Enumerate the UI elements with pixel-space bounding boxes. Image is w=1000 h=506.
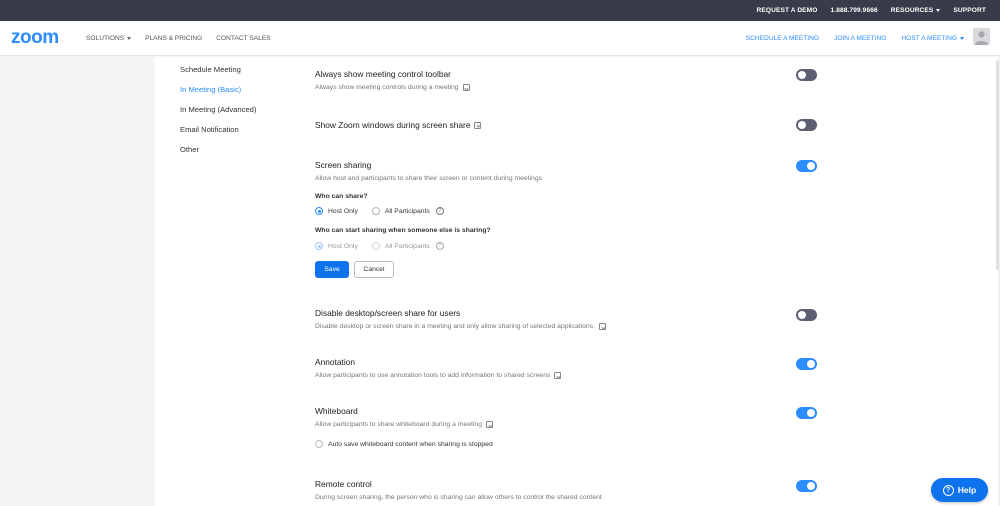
left-sidebar xyxy=(0,57,155,506)
who-can-share-options: Host Only All Participants ? xyxy=(315,207,444,215)
setting-description: Allow host and participants to share the… xyxy=(315,175,543,182)
setting-title: Show Zoom windows during screen share xyxy=(315,120,471,130)
radio-all-participants[interactable] xyxy=(371,207,380,215)
host-meeting-menu[interactable]: HOST A MEETING xyxy=(901,35,964,42)
avatar[interactable] xyxy=(973,28,990,45)
toggle-annotation[interactable] xyxy=(796,358,817,370)
setting-title: Whiteboard xyxy=(315,406,358,416)
nav-solutions[interactable]: SOLUTIONS xyxy=(86,35,132,42)
toggle-meeting-control-toolbar[interactable] xyxy=(796,69,817,81)
toggle-show-zoom-windows[interactable] xyxy=(796,119,817,131)
toggle-knob xyxy=(807,482,815,490)
help-label: Help xyxy=(957,485,977,495)
auto-save-whiteboard-option: Auto save whiteboard content when sharin… xyxy=(315,440,493,448)
info-checkbox-icon[interactable] xyxy=(474,121,482,129)
submenu-in-meeting-advanced[interactable]: In Meeting (Advanced) xyxy=(180,104,256,124)
toggle-knob xyxy=(798,121,806,129)
nav-contact-sales[interactable]: CONTACT SALES xyxy=(216,35,270,42)
radio-host-only[interactable] xyxy=(315,207,323,215)
who-can-start-options: Host Only All Participants ? xyxy=(315,242,444,250)
nav-plans-pricing[interactable]: PLANS & PRICING xyxy=(145,35,202,42)
toggle-disable-desktop-share[interactable] xyxy=(796,309,817,321)
resources-menu[interactable]: RESOURCES xyxy=(891,7,941,14)
info-checkbox-icon[interactable] xyxy=(554,372,562,379)
setting-description: During screen sharing, the person who is… xyxy=(315,494,602,501)
toggle-screen-sharing[interactable] xyxy=(796,160,817,172)
main-header: zoom SOLUTIONS PLANS & PRICING CONTACT S… xyxy=(0,21,1000,56)
radio-label: Host Only xyxy=(328,207,358,215)
phone-link[interactable]: 1.888.799.9666 xyxy=(831,7,878,14)
auto-save-whiteboard-checkbox[interactable] xyxy=(315,440,323,448)
setting-annotation: Annotation Allow participants to use ann… xyxy=(315,357,835,379)
join-meeting-link[interactable]: JOIN A MEETING xyxy=(834,35,886,42)
resources-label: RESOURCES xyxy=(890,7,934,14)
cancel-button[interactable]: Cancel xyxy=(354,261,394,278)
chevron-down-icon xyxy=(127,36,132,40)
setting-description: Allow participants to share whiteboard d… xyxy=(315,421,482,428)
radio-label: Host Only xyxy=(328,242,358,250)
save-button[interactable]: Save xyxy=(315,261,349,278)
support-link[interactable]: SUPPORT xyxy=(953,7,986,14)
help-question-icon[interactable]: ? xyxy=(435,242,444,250)
top-utility-bar: REQUEST A DEMO 1.888.799.9666 RESOURCES … xyxy=(0,0,1000,21)
setting-title: Screen sharing xyxy=(315,160,372,170)
request-demo-link[interactable]: REQUEST A DEMO xyxy=(757,7,818,14)
setting-disable-desktop-share: Disable desktop/screen share for users D… xyxy=(315,308,835,330)
radio-host-only-disabled xyxy=(315,242,323,250)
info-checkbox-icon[interactable] xyxy=(486,421,493,428)
setting-title: Always show meeting control toolbar xyxy=(315,69,451,79)
radio-label: All Participants xyxy=(384,207,430,215)
primary-nav: SOLUTIONS PLANS & PRICING CONTACT SALES xyxy=(86,21,271,56)
meeting-nav: SCHEDULE A MEETING JOIN A MEETING HOST A… xyxy=(746,21,964,56)
toggle-knob xyxy=(798,311,806,319)
nav-solutions-label: SOLUTIONS xyxy=(86,35,125,42)
user-icon xyxy=(975,31,988,45)
radio-all-participants-disabled xyxy=(371,242,380,250)
toggle-remote-control[interactable] xyxy=(796,480,817,492)
toggle-knob xyxy=(807,360,815,368)
toggle-knob xyxy=(798,71,806,79)
host-meeting-label: HOST A MEETING xyxy=(901,35,957,42)
setting-show-zoom-windows: Show Zoom windows during screen share xyxy=(315,120,835,130)
toggle-whiteboard[interactable] xyxy=(796,407,817,419)
submenu-email-notification[interactable]: Email Notification xyxy=(180,124,256,144)
setting-title: Annotation xyxy=(315,357,356,367)
toggle-knob xyxy=(807,409,815,417)
scrollbar[interactable] xyxy=(996,60,999,270)
radio-label: All Participants xyxy=(384,242,430,250)
help-question-icon[interactable]: ? xyxy=(435,207,444,215)
setting-description: Disable desktop or screen share in a mee… xyxy=(315,323,595,330)
submenu-in-meeting-basic[interactable]: In Meeting (Basic) xyxy=(180,84,256,104)
chevron-down-icon xyxy=(936,8,941,12)
help-button[interactable]: ? Help xyxy=(931,478,988,502)
setting-description: Allow participants to use annotation too… xyxy=(315,372,551,379)
chevron-down-icon xyxy=(960,36,964,40)
toggle-knob xyxy=(807,162,815,170)
schedule-meeting-link[interactable]: SCHEDULE A MEETING xyxy=(746,35,819,42)
setting-screen-sharing: Screen sharing Allow host and participan… xyxy=(315,160,835,182)
setting-description: Always show meeting controls during a me… xyxy=(315,84,459,91)
info-checkbox-icon[interactable] xyxy=(462,84,470,91)
who-can-share-label: Who can share? xyxy=(315,193,368,200)
submenu-schedule-meeting[interactable]: Schedule Meeting xyxy=(180,64,256,84)
help-icon: ? xyxy=(942,484,954,496)
checkbox-label: Auto save whiteboard content when sharin… xyxy=(328,440,493,448)
setting-title: Remote control xyxy=(315,479,372,489)
setting-whiteboard: Whiteboard Allow participants to share w… xyxy=(315,406,835,428)
submenu-other[interactable]: Other xyxy=(180,144,256,164)
setting-title: Disable desktop/screen share for users xyxy=(315,308,461,318)
info-checkbox-icon[interactable] xyxy=(598,323,606,330)
setting-meeting-control-toolbar: Always show meeting control toolbar Alwa… xyxy=(315,69,835,91)
setting-remote-control: Remote control During screen sharing, th… xyxy=(315,479,835,501)
zoom-logo[interactable]: zoom xyxy=(11,27,59,49)
who-can-start-sharing-label: Who can start sharing when someone else … xyxy=(315,227,491,234)
settings-submenu: Schedule Meeting In Meeting (Basic) In M… xyxy=(180,64,256,164)
